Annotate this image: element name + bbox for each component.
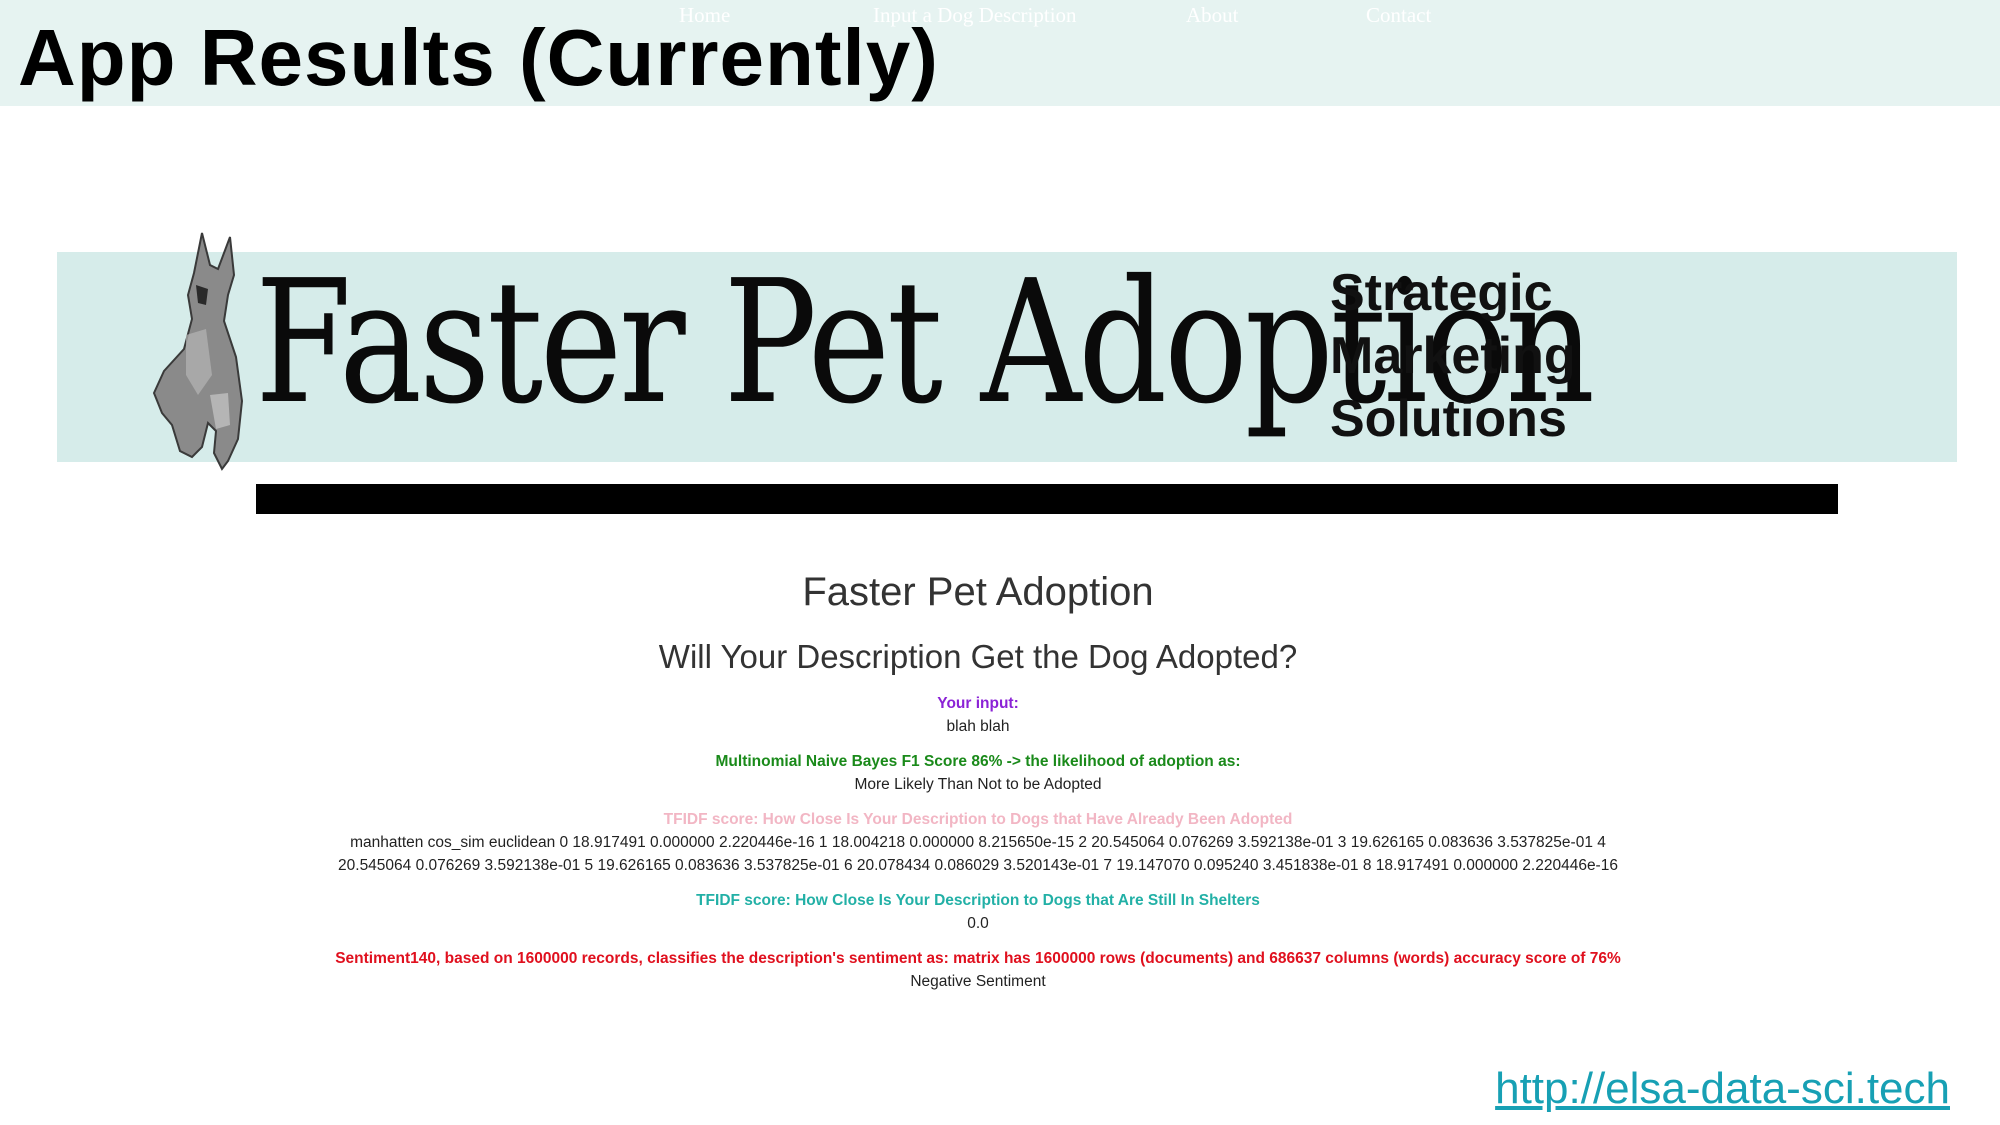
tagline-line: Solutions [1330, 390, 1567, 448]
tagline-line: Strategic [1330, 264, 1553, 322]
tfidf-adopted-block: TFIDF score: How Close Is Your Descripti… [320, 808, 1636, 877]
nav-contact[interactable]: Contact [1366, 3, 1431, 28]
tfidf-adopted-result: manhatten cos_sim euclidean 0 18.917491 … [338, 834, 1618, 874]
slide-title: App Results (Currently) [18, 13, 939, 102]
results-panel: Faster Pet Adoption Will Your Descriptio… [320, 560, 1636, 1005]
naive-bayes-result: More Likely Than Not to be Adopted [854, 776, 1102, 793]
naive-bayes-label: Multinomial Naive Bayes F1 Score 86% -> … [715, 753, 1241, 770]
tfidf-shelter-block: TFIDF score: How Close Is Your Descripti… [320, 889, 1636, 935]
tfidf-shelter-result: 0.0 [967, 915, 989, 932]
sentiment-result: Negative Sentiment [910, 973, 1046, 990]
sentiment-block: Sentiment140, based on 1600000 records, … [320, 947, 1636, 993]
nav-about[interactable]: About [1186, 3, 1239, 28]
dog-icon [152, 232, 244, 471]
sentiment-label: Sentiment140, based on 1600000 records, … [335, 950, 1621, 967]
footer-link[interactable]: http://elsa-data-sci.tech [1495, 1064, 1950, 1114]
tfidf-adopted-label: TFIDF score: How Close Is Your Descripti… [663, 811, 1293, 828]
nav-bar [256, 484, 1838, 514]
page-subheading: Will Your Description Get the Dog Adopte… [658, 638, 1298, 675]
nav-input-description[interactable]: Input a Dog Description [873, 3, 1077, 28]
input-value: blah blah [946, 718, 1010, 735]
input-label: Your input: [937, 695, 1019, 712]
page-heading: Faster Pet Adoption [802, 570, 1154, 614]
tagline-line: Marketing [1330, 327, 1576, 385]
banner-tagline: Strategic Marketing Solutions [1330, 262, 1576, 451]
input-block: Your input: blah blah [320, 692, 1636, 738]
nav-home[interactable]: Home [679, 3, 730, 28]
naive-bayes-block: Multinomial Naive Bayes F1 Score 86% -> … [320, 750, 1636, 796]
tfidf-shelter-label: TFIDF score: How Close Is Your Descripti… [696, 892, 1260, 909]
